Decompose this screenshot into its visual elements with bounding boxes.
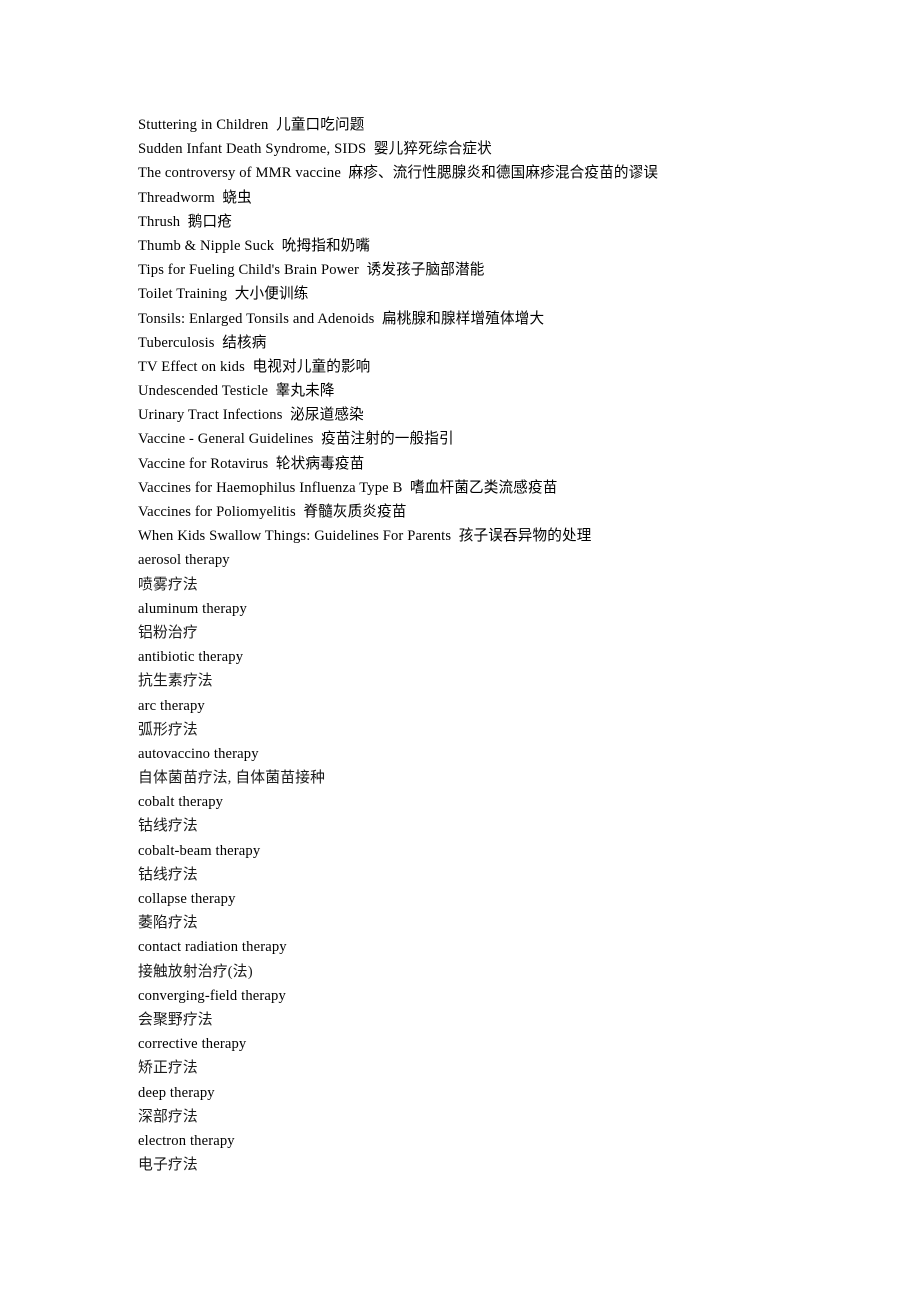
document-line: collapse therapy (138, 891, 236, 907)
document-line: Vaccines for Poliomyelitis 脊髓灰质炎疫苗 (138, 504, 407, 520)
document-page: Stuttering in Children 儿童口吃问题 Sudden Infa… (0, 0, 920, 1302)
document-line: When Kids Swallow Things: Guidelines For… (138, 528, 592, 545)
document-line: Undescended Testicle 睾丸未降 (138, 383, 335, 400)
document-line: Tuberculosis 结核病 (138, 334, 267, 351)
document-line: antibiotic therapy (138, 649, 244, 666)
document-line: 深部疗法 (138, 1108, 198, 1125)
document-line: 矫正疗法 (138, 1060, 198, 1077)
document-line: aluminum therapy (138, 600, 247, 617)
document-line: Tips for Fueling Child's Brain Power 诱发孩… (138, 262, 485, 279)
document-line: Tonsils: Enlarged Tonsils and Adenoids 扁… (138, 310, 545, 327)
document-line: 自体菌苗疗法, 自体菌苗接种 (138, 770, 326, 787)
document-line: autovaccino therapy (138, 745, 259, 762)
document-line: contact radiation therapy (138, 939, 287, 956)
document-line: cobalt therapy (138, 794, 224, 811)
document-line: 会聚野疗法 (138, 1011, 213, 1028)
document-line: Threadworm 蛲虫 (138, 189, 252, 206)
document-line: Urinary Tract Infections 泌尿道感染 (138, 407, 364, 424)
document-line: 接触放射治疗(法) (138, 963, 253, 980)
document-line: TV Effect on kids 电视对儿童的影响 (138, 358, 371, 375)
document-line: Thrush 鹅口疮 (138, 213, 233, 230)
document-line: corrective therapy (138, 1036, 247, 1053)
document-line: 喷雾疗法 (138, 576, 198, 593)
document-line: Thumb & Nipple Suck 吮拇指和奶嘴 (138, 237, 371, 254)
document-line: 弧形疗法 (138, 721, 198, 738)
document-line: The controversy of MMR vaccine 麻疹、流行性腮腺炎… (138, 165, 659, 182)
document-line: Sudden Infant Death Syndrome, SIDS 婴儿猝死综… (138, 141, 492, 158)
document-line: electron therapy (138, 1132, 235, 1149)
document-line: 钴线疗法 (138, 818, 198, 835)
document-text-body: Stuttering in Children 儿童口吃问题 Sudden Infa… (138, 113, 878, 1177)
document-line: Toilet Training 大小便训练 (138, 286, 309, 303)
document-line: cobalt-beam therapy (138, 842, 261, 859)
document-line: 抗生素疗法 (138, 673, 213, 690)
document-line: 电子疗法 (138, 1157, 198, 1174)
document-line: 钴线疗法 (138, 866, 198, 883)
document-line: deep therapy (138, 1084, 215, 1101)
document-line: aerosol therapy (138, 552, 230, 569)
document-line: 萎陷疗法 (138, 915, 198, 932)
document-line: arc therapy (138, 697, 205, 714)
document-line: Vaccine for Rotavirus 轮状病毒疫苗 (138, 455, 365, 472)
document-line: converging-field therapy (138, 987, 286, 1004)
document-line: Stuttering in Children 儿童口吃问题 (138, 117, 365, 133)
document-line: 铝粉治疗 (138, 624, 198, 641)
document-line: Vaccines for Haemophilus Influenza Type … (138, 479, 558, 496)
document-line: Vaccine - General Guidelines 疫苗注射的一般指引 (138, 431, 454, 448)
